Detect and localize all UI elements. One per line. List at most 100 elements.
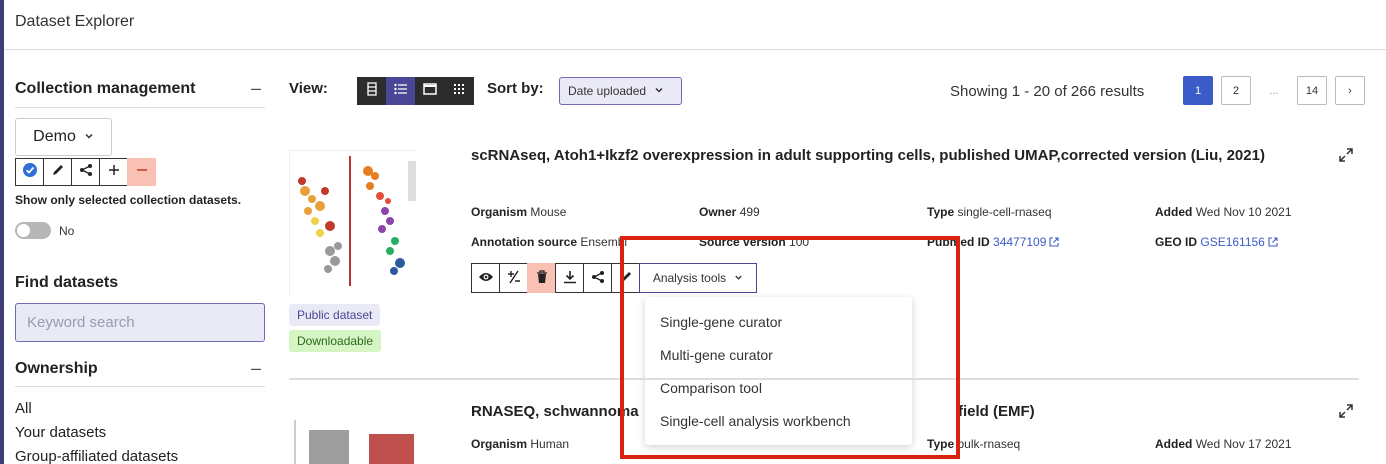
- external-link-icon: [1268, 236, 1278, 250]
- share-icon: [79, 163, 93, 182]
- next-page-button[interactable]: ›: [1335, 76, 1365, 105]
- highlight-box: [620, 236, 960, 459]
- select-collection-button[interactable]: [15, 158, 44, 186]
- divider: [15, 386, 265, 387]
- results-count: Showing 1 - 20 of 266 results: [950, 83, 1145, 100]
- view-label: View:: [289, 80, 328, 97]
- chevron-down-icon: [654, 84, 664, 98]
- delete-collection-button[interactable]: [127, 158, 156, 186]
- eye-icon: [478, 271, 494, 286]
- type-label: Type: [927, 205, 955, 219]
- page-button-2[interactable]: 2: [1221, 76, 1251, 105]
- minus-icon: [136, 163, 148, 181]
- sort-select-value: Date uploaded: [568, 84, 647, 98]
- pencil-icon: [51, 163, 65, 182]
- owner-field: Owner 499: [699, 205, 760, 219]
- type-value: bulk-rnaseq: [957, 437, 1021, 451]
- window-icon: [422, 82, 437, 100]
- ownership-heading: Ownership: [15, 359, 98, 377]
- list-icon: [393, 82, 408, 100]
- plus-minus-icon: [507, 270, 521, 287]
- pubmed-link[interactable]: 34477109: [993, 235, 1046, 249]
- find-datasets-header: Find datasets: [15, 274, 265, 292]
- sidebar: Collection management – Demo Show only s…: [15, 50, 265, 464]
- rows-icon: [366, 81, 378, 101]
- view-list-button[interactable]: [386, 77, 415, 105]
- type-value: single-cell-rnaseq: [957, 205, 1052, 219]
- collection-select-value: Demo: [33, 128, 76, 145]
- grid-icon: [453, 82, 465, 100]
- trash-icon: [536, 269, 548, 287]
- top-bar: Dataset Explorer: [4, 0, 1386, 50]
- owner-value: 499: [739, 205, 760, 219]
- page-button-14[interactable]: 14: [1297, 76, 1327, 105]
- collapse-icon[interactable]: –: [251, 78, 265, 99]
- chevron-down-icon: [84, 131, 94, 144]
- added-field: Added Wed Nov 17 2021: [1155, 437, 1292, 451]
- page-button-1[interactable]: 1: [1183, 76, 1213, 105]
- dataset-title[interactable]: RNASEQ, schwannoma: [471, 400, 639, 424]
- show-only-label: Show only selected collection datasets.: [15, 193, 242, 207]
- geo-label: GEO ID: [1155, 235, 1198, 249]
- collection-select[interactable]: Demo: [15, 118, 112, 156]
- toggle-collection-button[interactable]: [499, 263, 528, 293]
- collapse-icon[interactable]: –: [251, 358, 265, 379]
- organism-label: Organism: [471, 205, 528, 219]
- expand-icon[interactable]: [1338, 147, 1354, 163]
- edit-collection-button[interactable]: [43, 158, 72, 186]
- collection-actions: [15, 158, 156, 186]
- downloadable-badge: Downloadable: [289, 330, 382, 352]
- share-dataset-button[interactable]: [583, 263, 612, 293]
- dataset-thumbnail[interactable]: [289, 150, 418, 296]
- annotation-source-field: Annotation source Ensembl: [471, 235, 627, 249]
- add-collection-button[interactable]: [99, 158, 128, 186]
- type-field: Type single-cell-rnaseq: [927, 205, 1052, 219]
- organism-value: Mouse: [530, 205, 567, 219]
- delete-dataset-button[interactable]: [527, 263, 556, 293]
- dataset-thumbnail[interactable]: [289, 412, 420, 464]
- ownership-option-group[interactable]: Group-affiliated datasets: [15, 448, 178, 464]
- show-only-toggle[interactable]: [15, 222, 51, 239]
- external-link-icon: [1049, 236, 1059, 250]
- keyword-search-input[interactable]: [15, 303, 265, 342]
- find-datasets-heading: Find datasets: [15, 274, 119, 291]
- download-icon: [563, 270, 577, 287]
- ownership-option-yours[interactable]: Your datasets: [15, 424, 106, 441]
- share-collection-button[interactable]: [71, 158, 100, 186]
- view-compact-button[interactable]: [357, 77, 386, 105]
- organism-field: Organism Human: [471, 437, 569, 451]
- added-label: Added: [1155, 437, 1193, 451]
- owner-label: Owner: [699, 205, 737, 219]
- sort-select[interactable]: Date uploaded: [559, 77, 682, 105]
- organism-value: Human: [530, 437, 570, 451]
- dataset-title[interactable]: scRNAseq, Atoh1+Ikzf2 overexpression in …: [471, 144, 1271, 168]
- share-icon: [591, 270, 605, 287]
- toggle-state-label: No: [59, 224, 75, 238]
- annotation-source-label: Annotation source: [471, 235, 578, 249]
- ownership-header[interactable]: Ownership –: [15, 358, 265, 379]
- app-title: Dataset Explorer: [15, 13, 135, 30]
- collection-management-header[interactable]: Collection management –: [15, 78, 265, 99]
- view-mode-switcher: [357, 77, 474, 105]
- left-accent-bar: [0, 0, 4, 464]
- ownership-option-all[interactable]: All: [15, 400, 32, 417]
- added-value: Wed Nov 10 2021: [1195, 205, 1292, 219]
- page-ellipsis: ...: [1259, 76, 1289, 105]
- divider: [15, 107, 265, 108]
- added-value: Wed Nov 17 2021: [1195, 437, 1292, 451]
- geo-link[interactable]: GSE161156: [1200, 235, 1265, 249]
- view-dataset-button[interactable]: [471, 263, 500, 293]
- sort-label: Sort by:: [487, 80, 544, 97]
- public-dataset-badge: Public dataset: [289, 304, 381, 326]
- dataset-title-continued[interactable]: field (EMF): [958, 400, 1035, 424]
- organism-field: Organism Mouse: [471, 205, 566, 219]
- expand-icon[interactable]: [1338, 403, 1354, 419]
- plus-icon: [108, 163, 120, 181]
- view-grid-button[interactable]: [444, 77, 473, 105]
- organism-label: Organism: [471, 437, 528, 451]
- check-circle-icon: [22, 162, 38, 183]
- download-dataset-button[interactable]: [555, 263, 584, 293]
- added-field: Added Wed Nov 10 2021: [1155, 205, 1292, 219]
- collection-management-heading: Collection management: [15, 79, 196, 97]
- view-single-button[interactable]: [415, 77, 444, 105]
